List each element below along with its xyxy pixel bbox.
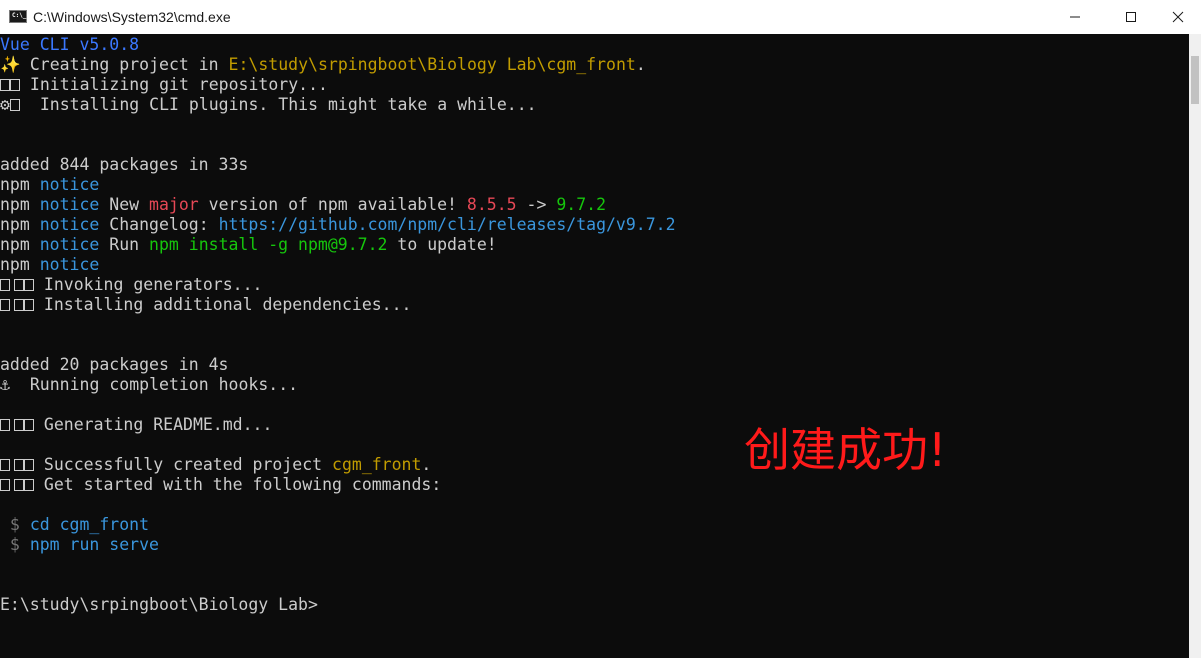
gear-icon: ⚙ <box>0 95 10 114</box>
npm-notice-label: notice <box>39 255 100 274</box>
shell-prompt: $ <box>0 535 30 554</box>
npm-notice-label: notice <box>39 215 100 234</box>
unrendered-glyph-icon <box>0 75 20 95</box>
anchor-icon: ⚓ <box>0 375 10 394</box>
unrendered-glyph-icon <box>10 95 20 115</box>
console-line: npm notice Run npm install -g npm@9.7.2 … <box>0 235 497 255</box>
console-text: Installing additional dependencies... <box>34 295 412 314</box>
console-text: added 844 packages in 33s <box>0 155 249 174</box>
console-line: Installing additional dependencies... <box>0 295 412 315</box>
cmd-app-icon[interactable]: C:\_ <box>9 10 27 23</box>
title-bar[interactable]: C:\_ C:\Windows\System32\cmd.exe <box>0 0 1201 34</box>
console-text: npm <box>0 255 40 274</box>
console-line: ✨ Creating project in E:\study\srpingboo… <box>0 55 646 75</box>
current-npm-version: 8.5.5 <box>466 195 517 214</box>
major-label: major <box>149 195 199 214</box>
console-text: Successfully created project <box>34 455 333 474</box>
console-text: Running completion hooks... <box>10 375 299 394</box>
maximize-icon <box>1126 12 1136 22</box>
close-button[interactable] <box>1155 0 1201 34</box>
console-text: New <box>99 195 150 214</box>
new-npm-version: 9.7.2 <box>556 195 607 214</box>
unrendered-glyph-icon <box>0 475 34 495</box>
cmd-window: C:\_ C:\Windows\System32\cmd.exe Vue CLI… <box>0 0 1201 658</box>
console-output[interactable]: Vue CLI v5.0.8 ✨ Creating project in E:\… <box>0 34 1189 658</box>
project-path: E:\study\srpingboot\Biology Lab\cgm_fron… <box>228 55 636 74</box>
changelog-link[interactable]: https://github.com/npm/cli/releases/tag/… <box>219 215 676 234</box>
close-icon <box>1172 11 1184 23</box>
console-prompt-line[interactable]: E:\study\srpingboot\Biology Lab> <box>0 595 318 615</box>
console-text: Changelog: <box>99 215 219 234</box>
console-line: Vue CLI v5.0.8 <box>0 35 139 55</box>
npm-notice-label: notice <box>39 175 100 194</box>
console-text: to update! <box>387 235 497 254</box>
console-line: added 844 packages in 33s <box>0 155 248 175</box>
shell-prompt: $ <box>0 515 30 534</box>
console-line: ⚓ Running completion hooks... <box>0 375 298 395</box>
console-line: added 20 packages in 4s <box>0 355 228 375</box>
console-text: npm <box>0 175 40 194</box>
console-text: added 20 packages in 4s <box>0 355 229 374</box>
window-title: C:\Windows\System32\cmd.exe <box>33 9 231 25</box>
console-text: version of npm available! <box>198 195 467 214</box>
console-line: npm notice <box>0 255 99 275</box>
console-line: npm notice Changelog: https://github.com… <box>0 215 676 235</box>
console-text: . <box>421 455 432 474</box>
console-line: $ npm run serve <box>0 535 159 555</box>
console-line: Successfully created project cgm_front. <box>0 455 431 475</box>
console-line: npm notice <box>0 175 99 195</box>
success-annotation: 创建成功! <box>744 423 947 477</box>
console-text: npm <box>0 235 40 254</box>
console-text: Invoking generators... <box>34 275 263 294</box>
npm-update-command: npm install -g npm@9.7.2 <box>149 235 388 254</box>
current-directory-prompt: E:\study\srpingboot\Biology Lab> <box>0 595 318 614</box>
sparkles-icon: ✨ <box>0 55 21 74</box>
maximize-button[interactable] <box>1108 0 1154 34</box>
command-serve: npm run serve <box>29 535 159 554</box>
project-name: cgm_front <box>332 455 422 474</box>
unrendered-glyph-icon <box>0 295 34 315</box>
console-line: npm notice New major version of npm avai… <box>0 195 606 215</box>
unrendered-glyph-icon <box>0 455 34 475</box>
console-line: Get started with the following commands: <box>0 475 441 495</box>
vertical-scrollbar[interactable] <box>1189 34 1201 658</box>
console-text: . <box>635 55 646 74</box>
console-text: Generating README.md... <box>34 415 273 434</box>
npm-notice-label: notice <box>39 195 100 214</box>
console-text: Initializing git repository... <box>20 75 328 94</box>
console-text: -> <box>516 195 557 214</box>
console-line: Initializing git repository... <box>0 75 328 95</box>
npm-notice-label: notice <box>39 235 100 254</box>
cmd-icon-glyph: C:\_ <box>12 12 27 19</box>
console-line: $ cd cgm_front <box>0 515 149 535</box>
unrendered-glyph-icon <box>0 275 34 295</box>
console-text: npm <box>0 195 40 214</box>
vue-cli-version: Vue CLI v5.0.8 <box>0 35 140 54</box>
console-text: Get started with the following commands: <box>34 475 442 494</box>
console-text: Run <box>99 235 150 254</box>
scrollbar-thumb[interactable] <box>1191 56 1199 104</box>
minimize-icon <box>1070 16 1080 18</box>
console-line: ⚙ Installing CLI plugins. This might tak… <box>0 95 537 115</box>
console-line: Invoking generators... <box>0 275 262 295</box>
console-text: Installing CLI plugins. This might take … <box>20 95 537 114</box>
console-text: npm <box>0 215 40 234</box>
command-cd: cd cgm_front <box>29 515 150 534</box>
unrendered-glyph-icon <box>0 415 34 435</box>
console-text: Creating project in <box>10 55 229 74</box>
console-line: Generating README.md... <box>0 415 272 435</box>
minimize-button[interactable] <box>1052 0 1098 34</box>
